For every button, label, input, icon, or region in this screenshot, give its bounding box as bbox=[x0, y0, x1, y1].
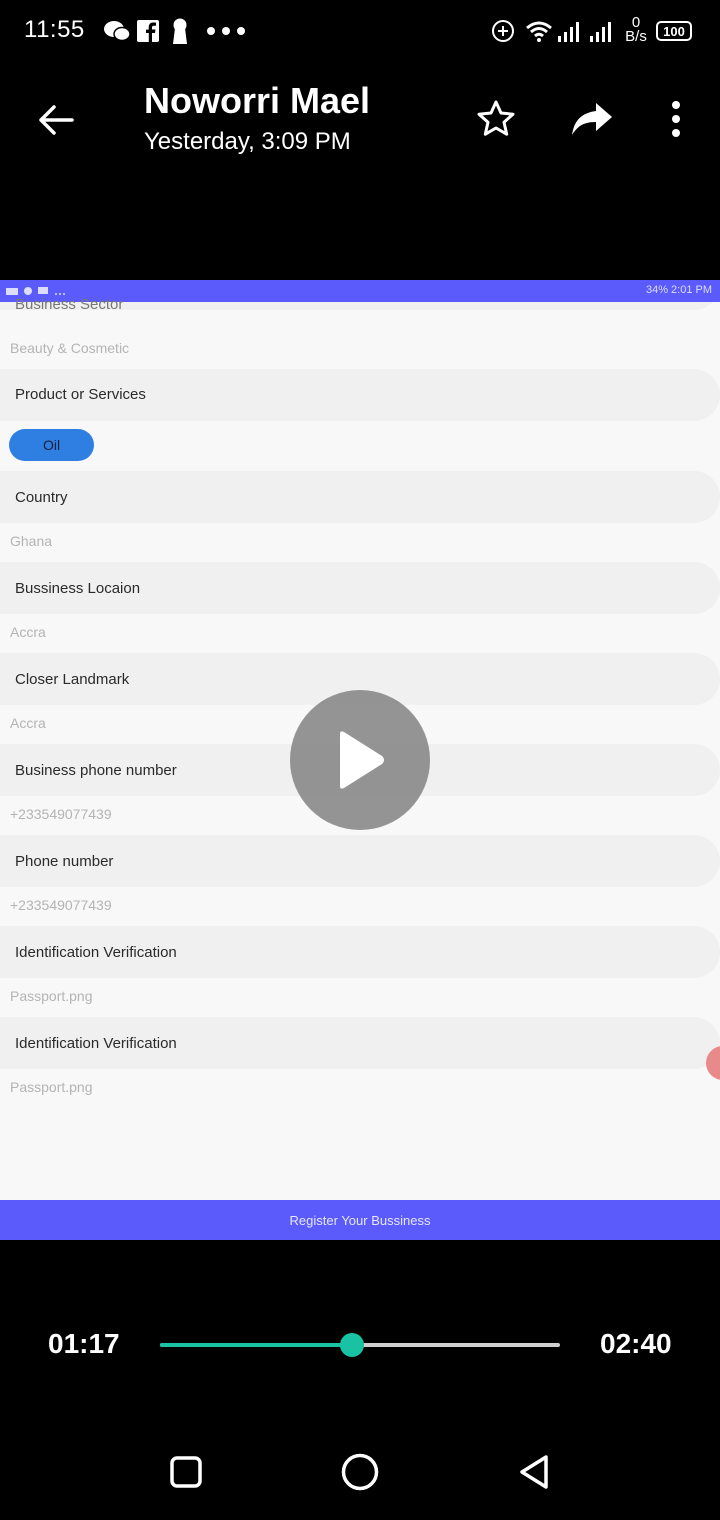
field-value: Accra bbox=[10, 624, 46, 640]
net-speed: 0 B/s bbox=[622, 15, 650, 45]
battery-indicator: 100 bbox=[656, 21, 692, 41]
home-button[interactable] bbox=[336, 1448, 384, 1496]
share-icon bbox=[572, 103, 612, 135]
seek-progress bbox=[160, 1343, 352, 1347]
status-time: 11:55 bbox=[24, 16, 85, 43]
status-bar: 11:55 0 B/s 100 bbox=[0, 0, 720, 64]
more-vert-icon bbox=[672, 101, 680, 137]
recents-square-icon bbox=[170, 1456, 202, 1488]
register-business-button: Register Your Bussiness bbox=[0, 1200, 720, 1240]
field-label: Identification Verification bbox=[15, 1035, 177, 1052]
back-triangle-icon bbox=[520, 1455, 548, 1489]
share-button[interactable] bbox=[566, 94, 618, 144]
total-time: 02:40 bbox=[600, 1328, 672, 1359]
wechat-icon bbox=[102, 18, 132, 44]
play-button[interactable] bbox=[290, 690, 430, 830]
field-label: Closer Landmark bbox=[15, 671, 130, 688]
field-label: Business Sector bbox=[15, 296, 124, 313]
seek-bar[interactable] bbox=[160, 1333, 560, 1357]
back-button[interactable] bbox=[30, 96, 82, 144]
field-label: Country bbox=[15, 489, 68, 506]
message-timestamp: Yesterday, 3:09 PM bbox=[144, 128, 351, 155]
play-icon bbox=[340, 731, 384, 789]
field-value: Ghana bbox=[10, 533, 53, 549]
field-label: Identification Verification bbox=[15, 944, 177, 961]
field-label: Phone number bbox=[15, 853, 114, 870]
signal-icon bbox=[588, 18, 614, 44]
more-dots-icon bbox=[206, 18, 246, 44]
inner-status-text: 34% 2:01 PM bbox=[645, 284, 712, 296]
field-label: Bussiness Locaion bbox=[15, 580, 141, 597]
home-circle-icon bbox=[341, 1453, 379, 1491]
field-value: Accra bbox=[10, 715, 46, 731]
recents-button[interactable] bbox=[162, 1448, 210, 1496]
nav-back-button[interactable] bbox=[510, 1448, 558, 1496]
star-button[interactable] bbox=[472, 94, 520, 144]
contact-name: Noworri Mael bbox=[144, 80, 371, 121]
data-saver-icon bbox=[490, 18, 516, 44]
seek-thumb[interactable] bbox=[340, 1333, 364, 1357]
inner-status-icons bbox=[6, 287, 65, 295]
facebook-icon bbox=[136, 18, 160, 44]
field-value: Beauty & Cosmetic bbox=[10, 340, 130, 356]
field-box bbox=[0, 471, 720, 523]
net-speed-unit: B/s bbox=[625, 28, 647, 45]
more-options-button[interactable] bbox=[656, 94, 696, 144]
field-value: +233549077439 bbox=[10, 897, 112, 913]
field-value: Passport.png bbox=[10, 988, 93, 1004]
field-value: +233549077439 bbox=[10, 806, 112, 822]
signal-icon bbox=[556, 18, 582, 44]
back-arrow-icon bbox=[39, 105, 74, 135]
service-chip: Oil bbox=[9, 429, 94, 461]
wifi-icon bbox=[524, 18, 554, 44]
star-icon bbox=[477, 100, 515, 136]
current-time: 01:17 bbox=[48, 1328, 120, 1359]
field-label: Product or Services bbox=[15, 386, 146, 403]
field-label: Business phone number bbox=[15, 762, 177, 779]
keyhole-icon bbox=[170, 18, 190, 44]
field-value: Passport.png bbox=[10, 1079, 93, 1095]
